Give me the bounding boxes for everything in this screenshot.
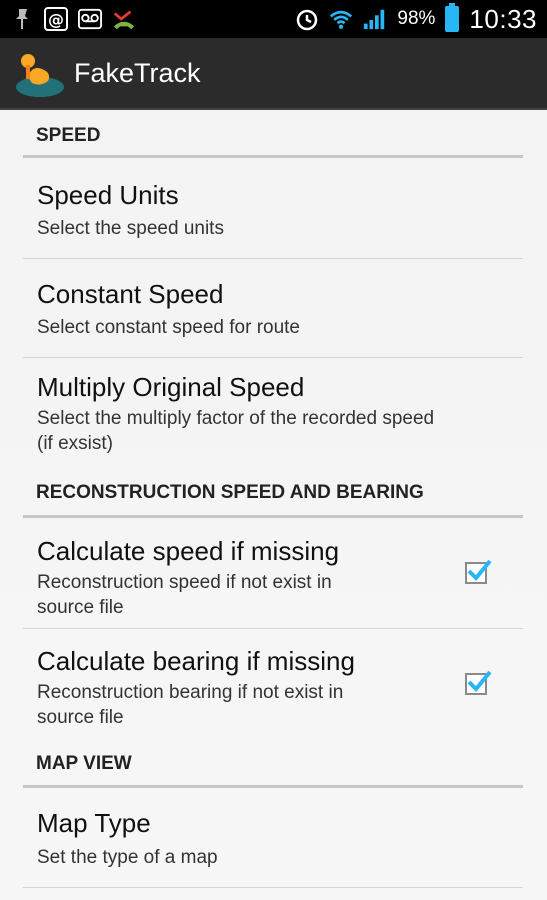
app-logo-icon[interactable] [14,47,66,99]
pref-summary-line-2: source file [37,597,124,618]
signal-icon [363,7,387,31]
pref-title: Calculate speed if missing [37,536,340,566]
section-title: RECONSTRUCTION SPEED AND BEARING [36,482,424,503]
alarm-icon [295,7,319,31]
pref-map-type[interactable]: Map Type Set the type of a map [23,788,523,888]
missed-call-icon [112,7,136,31]
action-bar: FakeTrack [0,38,547,110]
section-header-speed: SPEED [23,110,523,158]
clock: 10:33 [469,3,537,34]
battery-icon [445,3,460,32]
pin-icon [10,7,34,31]
battery-percent: 98% [397,8,436,29]
calc-speed-checkbox[interactable] [465,559,492,584]
status-bar: @ 98% 10:33 [0,0,547,38]
pref-summary: Select the speed units [37,218,224,239]
status-bar-system: 98% 10:33 [295,3,537,35]
pref-speed-units[interactable]: Speed Units Select the speed units [23,158,523,259]
pref-calc-speed[interactable]: Calculate speed if missing Reconstructio… [23,518,523,629]
pref-summary-line-1: Select the multiply factor of the record… [37,408,435,429]
pref-calc-bearing[interactable]: Calculate bearing if missing Reconstruct… [23,629,523,740]
pref-summary-line-2: (if exsist) [37,433,113,454]
pref-summary: Select constant speed for route [37,317,300,338]
section-header-map-view: MAP VIEW [23,740,523,788]
settings-list[interactable]: SPEED Speed Units Select the speed units… [0,110,547,900]
pref-title: Speed Units [37,180,179,210]
section-title: SPEED [36,125,101,146]
wifi-icon [329,7,353,31]
app-title: FakeTrack [74,57,201,88]
pref-summary-line-1: Reconstruction bearing if not exist in [37,682,344,703]
section-header-reconstruction: RECONSTRUCTION SPEED AND BEARING [23,470,523,518]
pref-constant-speed[interactable]: Constant Speed Select constant speed for… [23,259,523,358]
calc-bearing-checkbox[interactable] [465,670,492,695]
pref-title: Constant Speed [37,279,224,309]
at-icon: @ [44,7,68,31]
pref-title: Calculate bearing if missing [37,646,355,676]
checkmark-icon [467,670,492,692]
pref-title: Multiply Original Speed [37,372,305,402]
pref-summary-line-2: source file [37,707,124,728]
pref-summary: Set the type of a map [37,847,218,868]
pref-summary-line-1: Reconstruction speed if not exist in [37,572,332,593]
pref-title: Map Type [37,808,151,838]
status-bar-notifications: @ [10,7,136,31]
pref-multiply-speed[interactable]: Multiply Original Speed Select the multi… [23,358,523,470]
checkmark-icon [467,559,492,581]
voicemail-icon [78,7,102,31]
svg-text:@: @ [48,10,64,29]
section-title: MAP VIEW [36,753,132,774]
